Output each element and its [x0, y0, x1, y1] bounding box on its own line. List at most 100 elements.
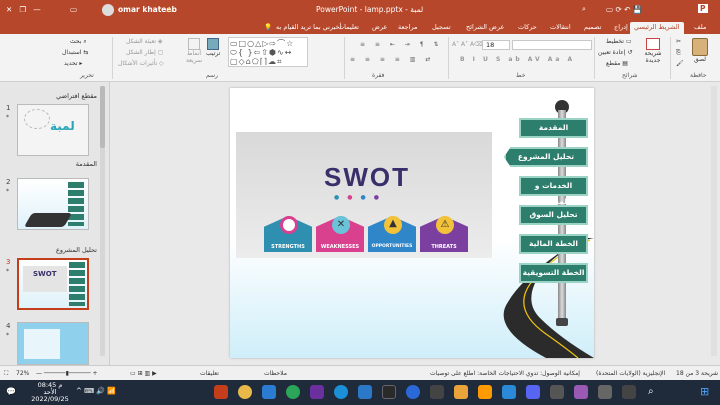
menu-marketing[interactable]: الخطة التسويقية	[519, 263, 588, 283]
font-size-select[interactable]: 18	[482, 40, 510, 50]
tab-home[interactable]: الشريط الرئيسي	[630, 22, 684, 34]
window-title: PowerPoint - lamp.pptx - لمبة	[316, 5, 424, 14]
shape-fill-label: تعبئة الشكل	[126, 38, 157, 45]
slide-thumbnail-4[interactable]	[17, 322, 89, 365]
tab-transitions[interactable]: انتقالات	[546, 22, 575, 34]
zoom-slider[interactable]: — ──────▮────── +	[36, 370, 98, 377]
warning-icon: ⚠	[436, 216, 454, 234]
font-grow-icons[interactable]: A˄ A˅ A⌫	[452, 41, 483, 48]
notes-button[interactable]: ملاحظات	[264, 370, 287, 377]
menu-finance[interactable]: الخطة المالية	[519, 234, 588, 254]
tab-animations[interactable]: حركات	[514, 22, 541, 34]
group-slides-label: شرائح	[622, 72, 638, 79]
tab-view[interactable]: عرض	[368, 22, 391, 34]
word-icon[interactable]	[262, 385, 276, 399]
section-default[interactable]: مقطع افتراضي	[56, 92, 97, 100]
find-button[interactable]: بحث ⌕	[70, 38, 87, 46]
shape-outline-button[interactable]: إطار الشكل ▢	[126, 49, 163, 56]
fit-slide-icon[interactable]: ⛶	[4, 370, 8, 378]
tab-slideshow[interactable]: عرض الشرائح	[462, 22, 508, 34]
thumb-number: 4	[6, 322, 11, 330]
weaknesses-label: WEAKNESSES	[320, 244, 360, 250]
powerpoint-taskbar-icon[interactable]	[214, 385, 228, 399]
section-button[interactable]: مقطع ▤	[606, 60, 628, 67]
quick-styles-button[interactable]: أنماط سريعة	[182, 38, 206, 64]
canvas-scrollbar[interactable]	[711, 86, 717, 356]
copy-icon[interactable]: ⎘	[676, 49, 681, 57]
section-intro[interactable]: المقدمة	[76, 160, 97, 168]
menu-project-analysis[interactable]: تحليل المشروع	[504, 147, 588, 167]
tell-me-input[interactable]: أخبرني بما تريد القيام به	[272, 22, 345, 34]
thumbnail-scrollbar[interactable]	[100, 86, 105, 356]
language-status[interactable]: الإنجليزية (الولايات المتحدة)	[596, 370, 665, 377]
cut-icon[interactable]: ✂	[676, 38, 681, 45]
font-name-select[interactable]	[512, 40, 592, 50]
arrange-button[interactable]: ترتيب	[206, 38, 220, 57]
shape-effects-label: تأثيرات الأشكال	[118, 60, 158, 67]
zoom-level[interactable]: 72%	[16, 370, 29, 377]
reset-button[interactable]: إعادة تعيين ↺	[598, 49, 633, 56]
illustrator-icon[interactable]	[478, 385, 492, 399]
road-illustration	[503, 238, 594, 358]
tab-insert[interactable]: إدراج	[610, 22, 632, 34]
tab-file[interactable]: ملف	[690, 22, 710, 34]
app-icon[interactable]	[598, 385, 612, 399]
shape-fill-button[interactable]: تعبئة الشكل ◈	[126, 38, 163, 45]
tray-icons[interactable]: ^ ⌨ 🔊 📶	[76, 387, 116, 395]
font-style-buttons[interactable]: B I U S ab AV Aa A	[460, 56, 575, 63]
task-view-icon[interactable]	[622, 385, 636, 399]
paragraph-align-buttons[interactable]: ≡ ≡ ≡ ≡ ▥ ⇄	[350, 56, 434, 63]
premiere-icon[interactable]	[310, 385, 324, 399]
slide-thumbnail-1[interactable]: لمبة	[17, 104, 89, 156]
paragraph-list-buttons[interactable]: ≡ ≡ ⇤ ⇥ ¶ ⇅	[360, 41, 443, 48]
comments-button[interactable]: تعليقات	[200, 370, 219, 377]
ribbon-display-icon[interactable]: ▭	[70, 5, 77, 14]
notification-icon[interactable]: 💬	[6, 387, 16, 396]
slide-thumbnail-2[interactable]	[17, 178, 89, 230]
menu-services[interactable]: الخدمات و المنتجات	[519, 176, 588, 206]
tab-design[interactable]: تصميم	[580, 22, 606, 34]
view-buttons[interactable]: ▭ ⊞ ▥ ▶	[130, 370, 157, 377]
tab-review[interactable]: مراجعة	[394, 22, 422, 34]
tab-record[interactable]: تسجيل	[428, 22, 455, 34]
app-icon[interactable]	[430, 385, 444, 399]
shapes-gallery[interactable]: ▭□○△▷⇨⌒☆ ⬭{ }⇦⇧⬢∿↔ ▢◇⌂⬠⌈⌉☁⌗	[228, 37, 308, 67]
replace-button[interactable]: استبدال ⇆	[62, 49, 88, 56]
search-icon[interactable]: ⌕	[648, 386, 654, 397]
menu-market[interactable]: تحليل السوق	[519, 205, 588, 225]
layout-button[interactable]: تخطيط ▭	[606, 38, 632, 45]
avatar[interactable]	[102, 4, 114, 16]
accessibility-status[interactable]: إمكانية الوصول: تدوي الاحتياجات الخاصة: …	[430, 370, 580, 377]
clock[interactable]: 08:45 م الأحد 2022/09/25	[30, 382, 70, 403]
paste-button[interactable]: لصق	[692, 38, 708, 63]
vscode-icon[interactable]	[358, 385, 372, 399]
search-icon[interactable]: ⌕	[582, 5, 586, 14]
edge-icon[interactable]	[334, 385, 348, 399]
select-button[interactable]: تحديد ▸	[64, 60, 82, 67]
app-icon[interactable]	[382, 385, 396, 399]
app-icon[interactable]	[286, 385, 300, 399]
slide-thumbnail-3[interactable]: SWOT	[17, 258, 89, 310]
start-icon[interactable]: ⊞	[700, 385, 709, 398]
section-analysis[interactable]: تحليل المشروع	[56, 246, 97, 254]
app-icon[interactable]	[526, 385, 540, 399]
scroll-thumb[interactable]	[100, 86, 105, 148]
app-icon[interactable]	[550, 385, 564, 399]
app-icon[interactable]	[406, 385, 420, 399]
file-explorer-icon[interactable]	[454, 385, 468, 399]
qat-icons[interactable]: ▭ ⟳ ↶ 💾	[606, 5, 642, 14]
current-slide[interactable]: SWOT ●●●● STRENGTHS ✕ WEAKNESSES ▲ OPPOR…	[230, 88, 594, 358]
new-slide-button[interactable]: شريحة جديدة	[640, 38, 666, 64]
menu-intro[interactable]: المقدمة	[519, 118, 588, 138]
lightbulb-icon: 💡	[264, 23, 273, 31]
window-controls[interactable]: ✕ ❐ —	[6, 5, 41, 14]
format-painter-icon[interactable]: 🖌	[676, 60, 684, 67]
star-icon: *	[6, 332, 9, 339]
shape-effects-button[interactable]: تأثيرات الأشكال ◇	[118, 60, 164, 67]
quick-styles-label: أنماط سريعة	[185, 50, 203, 64]
chrome-icon[interactable]	[238, 385, 252, 399]
opportunities-label: OPPORTUNITIES	[371, 244, 413, 249]
app-icon[interactable]	[502, 385, 516, 399]
app-icon[interactable]	[574, 385, 588, 399]
mountain-icon: ▲	[384, 216, 402, 234]
